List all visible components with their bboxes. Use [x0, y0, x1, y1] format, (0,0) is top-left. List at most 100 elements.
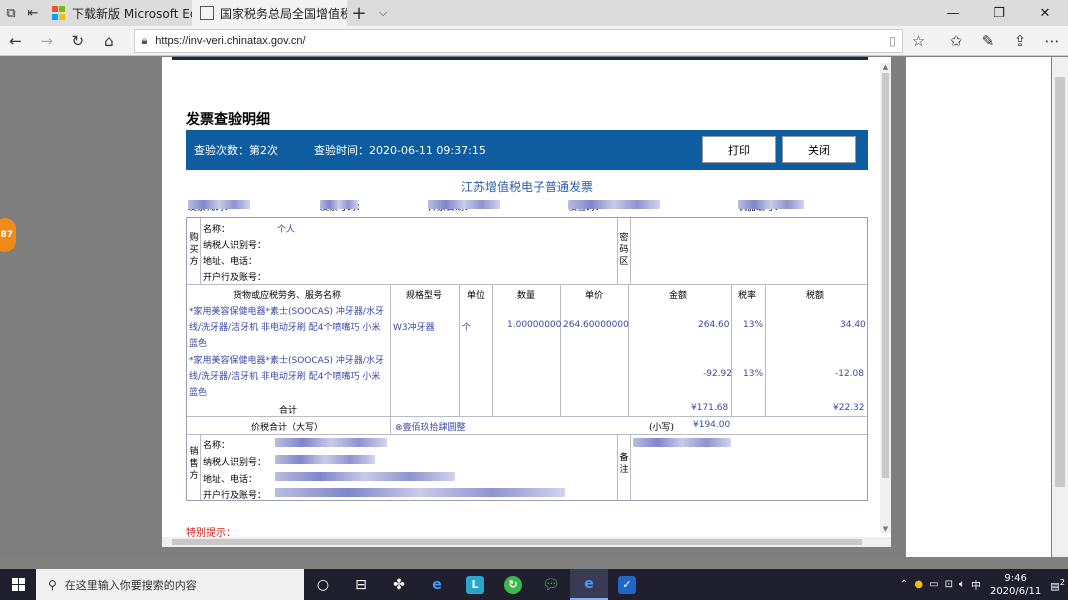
forward-icon[interactable]: → [31, 26, 62, 56]
taskbar-search-box[interactable]: ⚲ 在这里输入你要搜索的内容 [36, 569, 304, 600]
edge-icon[interactable]: e [570, 569, 608, 600]
share-icon[interactable]: ⇪ [1004, 26, 1036, 56]
scroll-up-arrow-icon[interactable]: ▲ [880, 63, 891, 71]
seller-name-value [275, 438, 387, 448]
close-button[interactable]: 关闭 [782, 136, 856, 163]
back-icon[interactable]: ← [0, 26, 31, 56]
new-tab-icon[interactable]: + [347, 0, 371, 26]
tab-list-chevron-down-icon[interactable]: ⌵ [371, 0, 395, 26]
app-l-icon[interactable]: L [456, 569, 494, 600]
clock-time: 9:46 [1004, 572, 1027, 584]
close-window-icon[interactable]: ✕ [1022, 0, 1068, 26]
price-tax-total-upper: ⊗壹佰玖拾肆圆整 [395, 423, 466, 433]
volume-icon[interactable]: 🔈︎ [959, 579, 965, 590]
app-green-circle-icon[interactable]: ↻ [494, 569, 532, 600]
dialog-scroll-thumb[interactable] [882, 73, 889, 478]
item1-qty: 1.00000000 [507, 320, 562, 330]
col-amount: 金额 [669, 291, 688, 301]
col-spec: 规格型号 [406, 291, 443, 301]
tray-device-icon[interactable]: ▭ [929, 579, 938, 590]
page-scrollbar[interactable] [1052, 57, 1068, 557]
favorite-star-icon[interactable]: ☆ [903, 26, 934, 56]
redacted-value [568, 200, 660, 209]
seller-side-label: 销售方 [189, 447, 199, 481]
buyer-name-value: 个人 [277, 225, 296, 235]
buyer-name-label: 名称： [203, 225, 231, 235]
tab-actions-icon[interactable]: ⧉ [0, 0, 22, 26]
seller-name-label: 名称： [203, 441, 231, 451]
microsoft-logo-icon [52, 6, 66, 20]
total-label: 合计 [279, 406, 298, 416]
dialog-vertical-scrollbar[interactable]: ▲ ▼ [880, 63, 891, 533]
scroll-down-arrow-icon[interactable]: ▼ [880, 525, 891, 533]
refresh-icon[interactable]: ↻ [62, 26, 93, 56]
windows-logo-icon [11, 578, 25, 591]
invoice-title: 江苏增值税电子普通发票 [460, 180, 593, 194]
reading-view-icon[interactable]: ▯ [889, 34, 896, 48]
page-scrollbar-thumb[interactable] [1055, 77, 1065, 487]
start-button[interactable] [0, 578, 36, 591]
buyer-address-label: 地址、电话： [203, 257, 258, 267]
col-tax: 税额 [806, 291, 825, 301]
redacted-value [738, 200, 804, 209]
minimize-icon[interactable]: — [930, 0, 976, 26]
notification-count: 2 [1059, 576, 1065, 587]
task-view-icon[interactable]: ⊟ [342, 569, 380, 600]
more-icon[interactable]: ⋯ [1036, 26, 1068, 56]
item1-tax: 34.40 [840, 320, 866, 330]
buyer-side-label: 购买方 [189, 233, 199, 267]
home-icon[interactable]: ⌂ [93, 26, 124, 56]
tab-strip: ⧉ ⇤ 下载新版 Microsoft Edge 浏 国家税务总局全国增值税 ✕ … [0, 0, 1068, 26]
tab-chinatax[interactable]: 国家税务总局全国增值税 ✕ [192, 0, 347, 26]
taskbar: ⚲ 在这里输入你要搜索的内容 ○ ⊟ ✤ e L ↻ 💬︎ e ✓ ⌃ ● ▭ … [0, 569, 1068, 600]
total-amount: ¥171.68 [691, 403, 729, 413]
check-time: 查验时间：2020-06-11 09:37:15 [314, 144, 486, 157]
dialog-hscroll-thumb[interactable] [172, 539, 862, 545]
page-right-content [906, 57, 1051, 557]
item1-unit: 个 [462, 323, 472, 333]
print-button[interactable]: 打印 [702, 136, 776, 163]
clock[interactable]: 9:46 2020/6/11 [990, 572, 1041, 598]
item1-name-line3: 蓝色 [189, 339, 208, 349]
seller-tax-id-label: 纳税人识别号： [203, 458, 267, 468]
tab-edge-download[interactable]: 下载新版 Microsoft Edge 浏 [44, 0, 192, 26]
small-value: ¥194.00 [693, 420, 731, 430]
internet-explorer-icon[interactable]: e [418, 569, 456, 600]
item2-name-line3: 蓝色 [189, 388, 208, 398]
tray-chevron-up-icon[interactable]: ⌃ [900, 579, 908, 590]
check-count: 查验次数：第2次 [194, 144, 278, 157]
cortana-icon[interactable]: ○ [304, 569, 342, 600]
page-icon [200, 6, 214, 20]
favorites-icon[interactable]: ✩ [940, 26, 972, 56]
item2-amount: -92.92 [703, 369, 733, 379]
wechat-icon[interactable]: 💬︎ [532, 569, 570, 600]
search-icon: ⚲ [48, 577, 57, 592]
total-tax: ¥22.32 [833, 403, 865, 413]
invoice-detail-dialog: 发票查验明细 查验次数：第2次 查验时间：2020-06-11 09:37:15… [162, 57, 891, 547]
tray-network-icon[interactable]: ⊡ [945, 579, 953, 590]
notes-icon[interactable]: ✎ [972, 26, 1004, 56]
tray-app-icon[interactable]: ● [914, 579, 923, 590]
invoice-table: 购买方 名称： 个人 纳税人识别号： 地址、电话： 开户行及账号： 密码区 货物… [186, 217, 868, 501]
tab-label: 国家税务总局全国增值税 [220, 6, 347, 21]
tab-label: 下载新版 Microsoft Edge 浏 [72, 6, 192, 21]
side-badge[interactable]: 87 [0, 218, 16, 252]
item1-name-line1: *家用美容保健电器*素士(SOOCAS) 冲牙器/水牙 [189, 307, 384, 317]
app-pinwheel-icon[interactable]: ✤ [380, 569, 418, 600]
lock-icon: 🔒︎ [141, 33, 148, 47]
set-aside-tabs-icon[interactable]: ⇤ [22, 0, 44, 26]
check-info-bar: 查验次数：第2次 查验时间：2020-06-11 09:37:15 打印 关闭 [186, 130, 868, 170]
item2-rate: 13% [743, 369, 764, 379]
seller-address-label: 地址、电话： [203, 475, 258, 485]
restore-icon[interactable]: ❐ [976, 0, 1022, 26]
system-tray: ⌃ ● ▭ ⊡ 🔈︎ 中 9:46 2020/6/11 ▤2 [897, 572, 1068, 598]
password-area-label: 密码区 [619, 233, 629, 267]
navigation-bar: ← → ↻ ⌂ 🔒︎ https://inv-veri.chinatax.gov… [0, 26, 1068, 56]
address-bar[interactable]: 🔒︎ https://inv-veri.chinatax.gov.cn/ ▯ [134, 28, 903, 53]
url-text[interactable]: https://inv-veri.chinatax.gov.cn/ [155, 35, 305, 47]
notification-icon[interactable]: ▤2 [1050, 577, 1065, 592]
app-blue-square-icon[interactable]: ✓ [608, 569, 646, 600]
dialog-horizontal-scrollbar[interactable] [162, 537, 891, 547]
ime-indicator[interactable]: 中 [971, 577, 981, 592]
item2-name-line2: 线/洗牙器/洁牙机 非电动牙刷 配4个喷嘴巧 小米 [189, 372, 381, 382]
